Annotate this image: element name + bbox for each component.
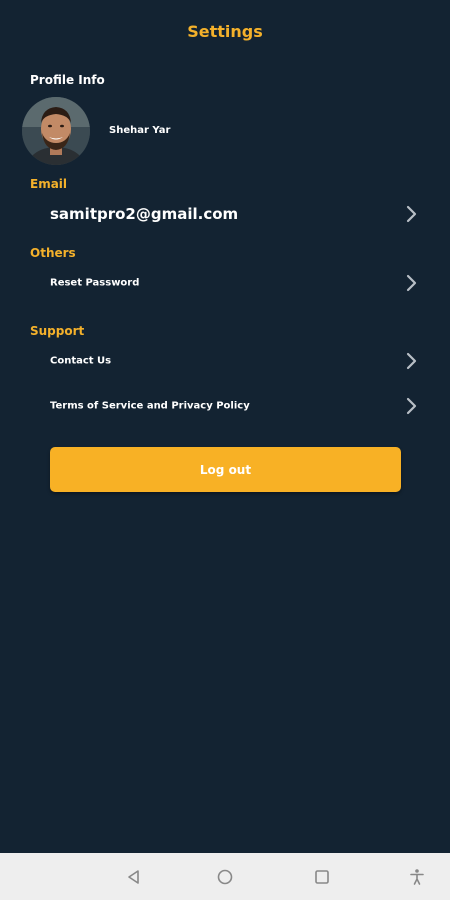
reset-password-label: Reset Password [50,277,140,289]
contact-us-row[interactable]: Contact Us [0,343,450,379]
contact-us-label: Contact Us [50,355,112,367]
page-title: Settings [187,22,263,41]
email-section-label: Email [30,177,68,191]
email-value: samitpro2@gmail.com [50,205,239,223]
home-icon [217,869,233,884]
system-navigation-bar [0,853,450,900]
logout-button[interactable]: Log out [50,447,401,492]
nav-recents-button[interactable] [302,853,342,900]
email-row[interactable]: samitpro2@gmail.com [0,196,450,232]
nav-home-button[interactable] [205,853,245,900]
reset-password-row[interactable]: Reset Password [0,265,450,301]
back-icon [128,869,139,884]
chevron-right-icon [406,274,417,292]
terms-privacy-row[interactable]: Terms of Service and Privacy Policy [0,388,450,424]
profile-info-heading: Profile Info [30,73,105,87]
chevron-right-icon [406,397,417,415]
profile-name: Shehar Yar [109,125,171,136]
avatar-photo [22,97,90,165]
recents-icon [315,869,329,884]
accessibility-icon [410,868,424,885]
nav-back-button[interactable] [114,853,154,900]
avatar[interactable] [22,97,90,165]
support-section-label: Support [30,324,85,338]
settings-screen: Settings Profile Info Shehar Yar Email s… [0,0,450,853]
chevron-right-icon [406,352,417,370]
nav-accessibility-button[interactable] [397,853,437,900]
chevron-right-icon [406,205,417,223]
others-section-label: Others [30,246,76,260]
terms-privacy-label: Terms of Service and Privacy Policy [50,400,250,412]
